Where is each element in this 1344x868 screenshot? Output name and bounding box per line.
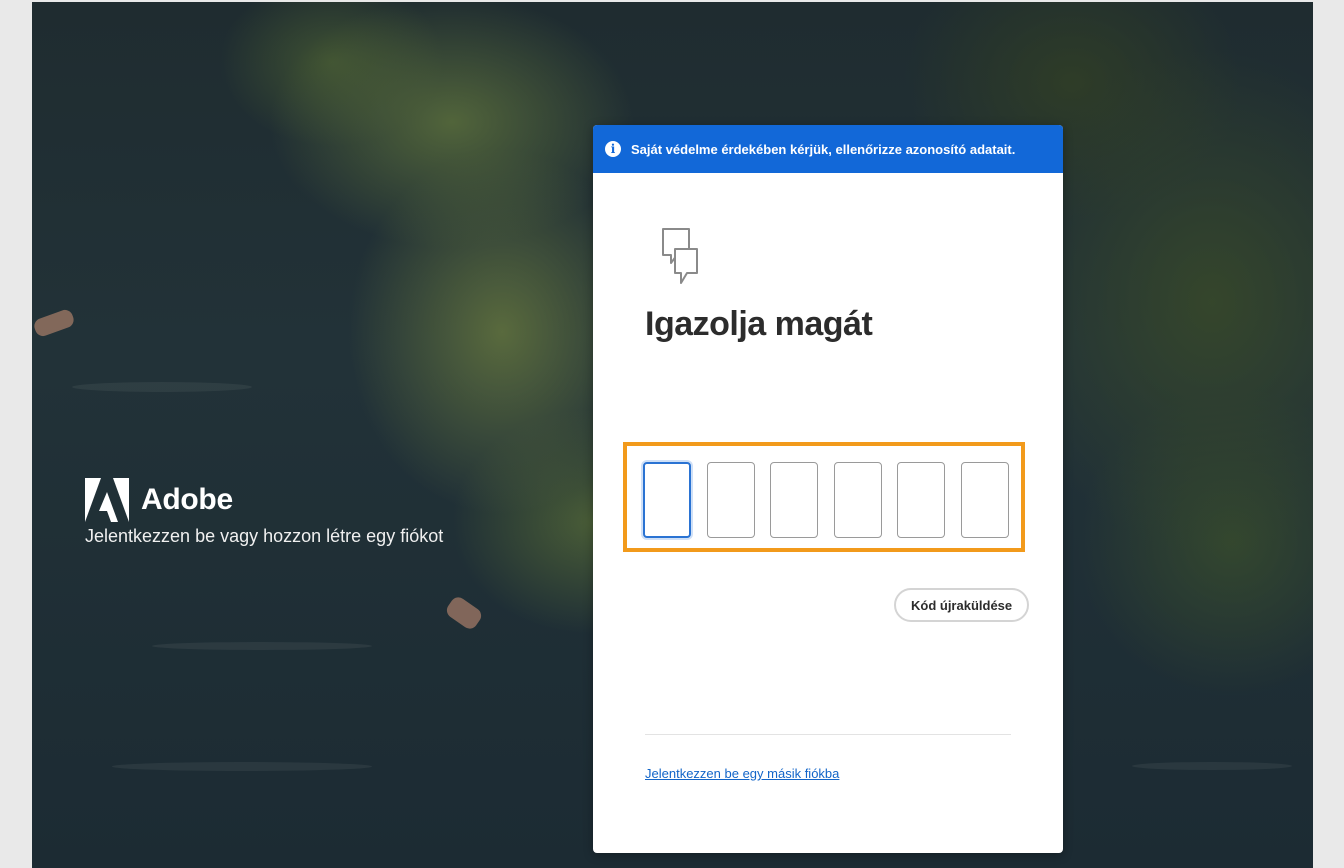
verification-card: i Saját védelme érdekében kérjük, ellenő… [593,125,1063,853]
brand-block: Adobe Jelentkezzen be vagy hozzon létre … [85,478,443,547]
verification-code-input-group [623,442,1025,552]
page-title: Igazolja magát [645,305,873,343]
brand-tagline: Jelentkezzen be vagy hozzon létre egy fi… [85,526,444,546]
info-banner-text: Saját védelme érdekében kérjük, ellenőri… [631,141,1016,157]
code-digit-input[interactable] [897,462,945,538]
water-ripple [112,762,372,771]
info-icon: i [605,141,621,157]
code-digit-input[interactable] [643,462,691,538]
code-digit-input[interactable] [707,462,755,538]
water-ripple [72,382,252,392]
code-digit-input[interactable] [834,462,882,538]
swimmer-image [32,307,76,339]
swimmer-image [443,594,485,632]
water-ripple [1132,762,1292,770]
divider [645,734,1011,735]
code-digit-input[interactable] [961,462,1009,538]
code-digit-input[interactable] [770,462,818,538]
adobe-logo-icon [85,478,129,522]
switch-account-link[interactable]: Jelentkezzen be egy másik fiókba [645,766,839,781]
background-image: Adobe Jelentkezzen be vagy hozzon létre … [32,2,1313,868]
chat-bubbles-icon [662,228,698,284]
resend-code-button[interactable]: Kód újraküldése [894,588,1030,622]
info-banner: i Saját védelme érdekében kérjük, ellenő… [593,125,1063,173]
water-ripple [152,642,372,650]
brand-name: Adobe [141,483,233,516]
